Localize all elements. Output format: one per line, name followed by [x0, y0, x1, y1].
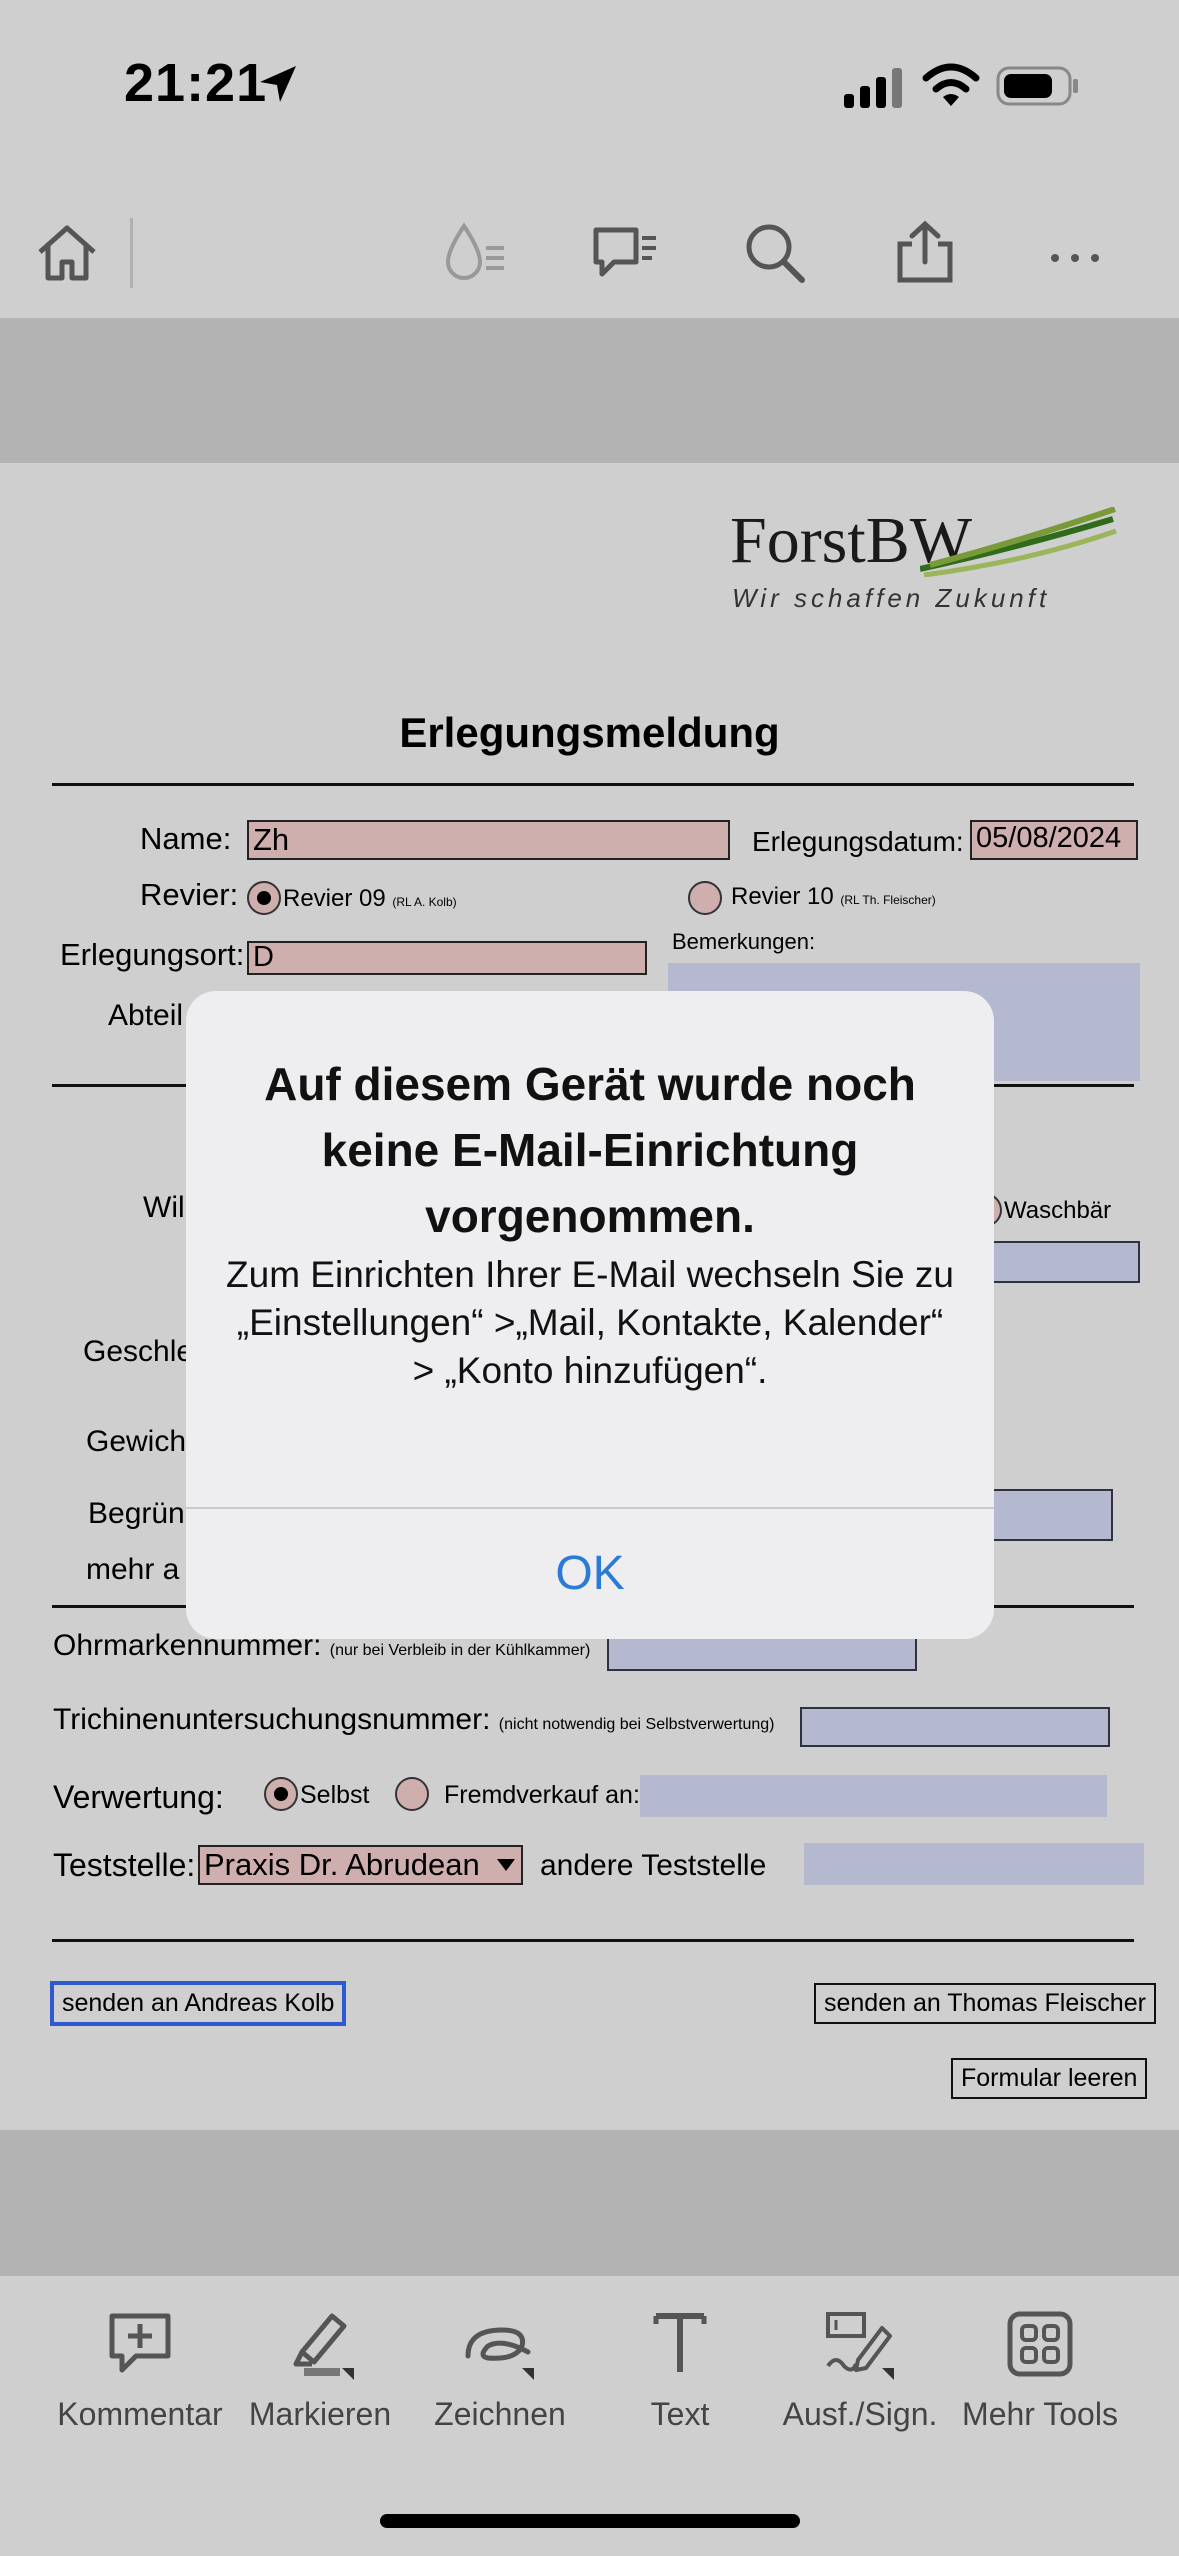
tool-label: Ausf./Sign. — [782, 2396, 938, 2432]
comment-add-icon — [109, 2313, 171, 2373]
clear-form-button[interactable]: Formular leeren — [951, 2058, 1148, 2099]
teststelle-select[interactable]: Praxis Dr. Abrudean — [198, 1845, 523, 1885]
email-alert-dialog: Auf diesem Gerät wurde noch keine E-Mail… — [186, 991, 994, 1639]
toolbar-divider — [130, 218, 133, 288]
alert-message: Zum Einrichten Ihrer E-Mail wechseln Sie… — [226, 1254, 954, 1391]
wild-label: Wil — [143, 1191, 185, 1224]
dropdown-arrow-icon — [497, 1859, 515, 1871]
gewicht-label: Gewich — [86, 1425, 187, 1458]
waschbaer-label: Waschbär — [1004, 1197, 1112, 1224]
tool-label: Text — [650, 2396, 710, 2432]
tool-text[interactable]: Text — [590, 2306, 770, 2433]
text-icon — [653, 2313, 707, 2372]
tool-markieren[interactable]: Markieren — [230, 2306, 410, 2433]
name-label: Name: — [140, 821, 232, 856]
fremd-radio[interactable] — [395, 1777, 429, 1811]
bemerkungen-label: Bemerkungen: — [672, 929, 816, 954]
teststelle-value: Praxis Dr. Abrudean — [204, 1847, 480, 1882]
share-icon[interactable] — [890, 218, 960, 288]
mehr-label: mehr a — [86, 1553, 180, 1586]
revier09-radio[interactable] — [247, 881, 281, 915]
form-title: Erlegungsmeldung — [399, 709, 780, 756]
fremd-label: Fremdverkauf an: — [444, 1781, 640, 1809]
date-field[interactable]: 05/08/2024 — [970, 820, 1138, 860]
location-arrow-icon — [260, 66, 296, 102]
tool-kommentar[interactable]: Kommentar — [50, 2306, 230, 2433]
home-indicator[interactable] — [380, 2514, 800, 2528]
selbst-radio[interactable] — [264, 1777, 298, 1811]
geschlecht-label: Geschle — [83, 1335, 194, 1368]
ort-label: Erlegungsort: — [60, 937, 245, 972]
divider — [52, 1939, 1134, 1942]
more-icon[interactable] — [1040, 218, 1110, 288]
revier-label: Revier: — [140, 877, 239, 912]
fill-sign-icon — [826, 2312, 894, 2380]
top-toolbar — [0, 190, 1179, 310]
tool-label: Kommentar — [57, 2396, 223, 2432]
tool-label: Mehr Tools — [962, 2396, 1118, 2432]
logo-swoosh-icon — [920, 507, 1117, 577]
page-gap-top — [0, 318, 1179, 463]
send-kolb-button[interactable]: senden an Andreas Kolb — [50, 1981, 347, 2026]
tool-label: Zeichnen — [434, 2396, 566, 2432]
page-gap-bottom — [0, 2130, 1179, 2276]
date-label: Erlegungsdatum: — [752, 826, 964, 857]
signal-icon — [844, 68, 902, 108]
search-icon[interactable] — [740, 218, 810, 288]
liquid-mode-icon[interactable] — [440, 218, 510, 288]
tool-mehr-tools[interactable]: Mehr Tools — [950, 2306, 1130, 2433]
fremd-field[interactable] — [640, 1775, 1107, 1817]
highlighter-icon — [293, 2313, 354, 2380]
begruendung-label: Begrün — [88, 1497, 185, 1530]
home-icon[interactable] — [32, 218, 102, 288]
logo-tagline: Wir schaffen Zukunft — [732, 583, 1051, 613]
send-fleischer-button[interactable]: senden an Thomas Fleischer — [814, 1983, 1156, 2024]
more-tools-icon — [1007, 2311, 1073, 2377]
verwertung-label: Verwertung: — [53, 1779, 224, 1815]
revier10-radio[interactable] — [688, 881, 722, 915]
status-time: 21:21 — [124, 53, 268, 113]
teststelle-label: Teststelle: — [53, 1847, 196, 1883]
name-field[interactable]: Zh — [247, 820, 730, 860]
tool-zeichnen[interactable]: Zeichnen — [410, 2306, 590, 2433]
divider — [52, 783, 1134, 786]
comments-icon[interactable] — [590, 218, 660, 288]
trichinen-field[interactable] — [800, 1707, 1110, 1747]
andere-teststelle-field[interactable] — [804, 1843, 1144, 1885]
tool-label: Markieren — [248, 2396, 392, 2432]
andere-teststelle-label: andere Teststelle — [540, 1849, 767, 1882]
tool-ausf-sign[interactable]: Ausf./Sign. — [770, 2306, 950, 2433]
alert-title: Auf diesem Gerät wurde noch keine E-Mail… — [264, 1058, 916, 1242]
draw-icon — [465, 2327, 534, 2380]
abteil-label: Abteil — [108, 999, 184, 1032]
selbst-label: Selbst — [300, 1781, 370, 1809]
battery-icon — [996, 66, 1078, 106]
revier09-label: Revier 09 (RL A. Kolb) — [283, 885, 457, 912]
ok-button[interactable]: OK — [186, 1509, 994, 1639]
trichinen-label: Trichinenuntersuchungsnummer: (nicht not… — [53, 1703, 775, 1736]
revier10-label: Revier 10 (RL Th. Fleischer) — [731, 883, 936, 910]
wifi-icon — [922, 63, 980, 106]
ort-field[interactable]: D — [247, 941, 647, 975]
